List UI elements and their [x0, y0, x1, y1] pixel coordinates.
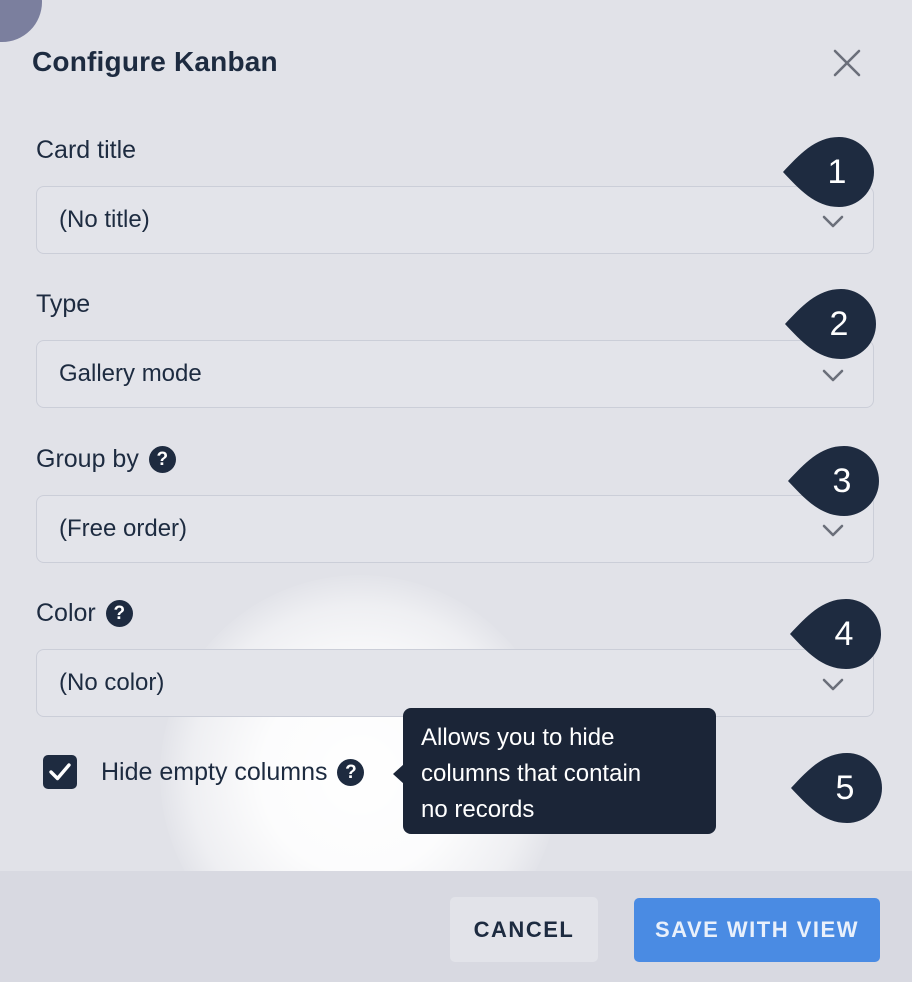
group-by-label-text: Group by	[36, 445, 139, 473]
step-badge-4: 4	[790, 597, 886, 671]
chevron-down-icon	[822, 524, 844, 537]
group-by-value: (Free order)	[59, 515, 188, 542]
step-badge-5: 5	[791, 751, 887, 825]
step-badge-3: 3	[788, 444, 884, 518]
group-by-label: Group by ?	[36, 445, 176, 474]
save-with-view-button[interactable]: SAVE WITH VIEW	[634, 898, 880, 962]
step-badge-number: 1	[827, 152, 847, 191]
dialog-title: Configure Kanban	[32, 46, 278, 77]
card-title-value: (No title)	[59, 206, 150, 233]
type-value: Gallery mode	[59, 360, 202, 387]
type-label-text: Type	[36, 290, 91, 318]
dialog: Configure Kanban Card title (No title) 1…	[0, 0, 912, 982]
avatar	[0, 0, 42, 42]
type-label: Type	[36, 290, 90, 319]
step-badge-number: 5	[835, 768, 855, 807]
hide-empty-columns-label: Hide empty columns	[101, 757, 328, 786]
step-badge-number: 2	[829, 304, 849, 343]
step-badge-1: 1	[783, 135, 879, 209]
type-select[interactable]: Gallery mode	[36, 340, 874, 408]
check-icon	[49, 763, 71, 781]
card-title-select[interactable]: (No title)	[36, 186, 874, 254]
step-badge-number: 4	[834, 614, 854, 653]
hide-empty-columns-checkbox[interactable]	[43, 755, 77, 789]
tooltip: Allows you to hide columns that contain …	[403, 708, 716, 834]
chevron-down-icon	[822, 215, 844, 228]
help-icon[interactable]: ?	[105, 600, 133, 627]
help-icon[interactable]: ?	[337, 758, 365, 786]
close-button[interactable]	[826, 42, 868, 84]
color-value: (No color)	[59, 669, 165, 696]
color-select[interactable]: (No color)	[36, 649, 874, 717]
step-badge-number: 3	[832, 461, 852, 500]
cancel-button[interactable]: CANCEL	[450, 897, 598, 962]
help-icon[interactable]: ?	[148, 446, 176, 473]
card-title-label: Card title	[36, 136, 136, 165]
card-title-label-text: Card title	[36, 136, 137, 164]
color-label-text: Color	[36, 599, 96, 627]
chevron-down-icon	[822, 369, 844, 382]
hide-empty-columns-row: Hide empty columns ?	[43, 755, 365, 789]
tooltip-line: no records	[421, 796, 535, 823]
tooltip-line: columns that contain	[421, 760, 642, 787]
group-by-select[interactable]: (Free order)	[36, 495, 874, 563]
chevron-down-icon	[822, 678, 844, 691]
step-badge-2: 2	[785, 287, 881, 361]
tooltip-line: Allows you to hide	[421, 724, 615, 751]
close-icon	[833, 49, 861, 77]
color-label: Color ?	[36, 599, 133, 628]
